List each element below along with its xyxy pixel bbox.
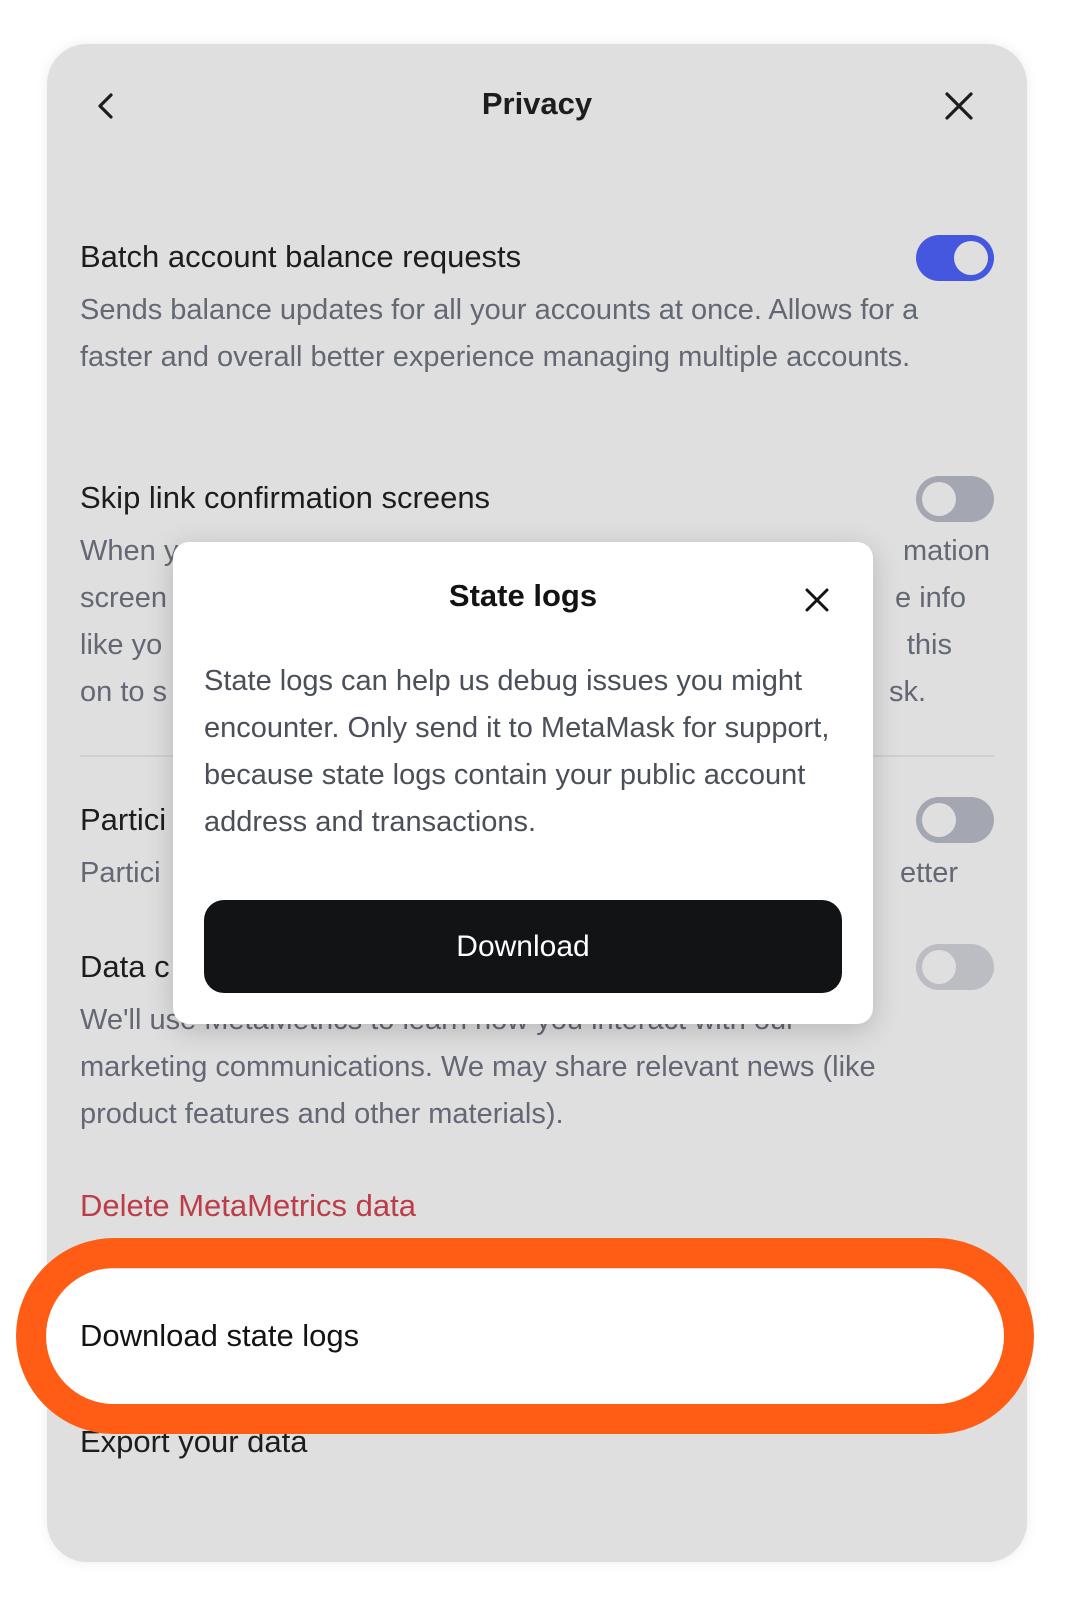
- modal-close-button[interactable]: [799, 582, 835, 618]
- state-logs-modal: State logs State logs can help us debug …: [173, 542, 873, 1024]
- modal-body: State logs can help us debug issues you …: [204, 665, 830, 838]
- close-icon: [805, 588, 829, 612]
- modal-title: State logs: [448, 578, 598, 613]
- highlight-annotation: [16, 1238, 1034, 1434]
- download-button[interactable]: Download: [204, 900, 842, 993]
